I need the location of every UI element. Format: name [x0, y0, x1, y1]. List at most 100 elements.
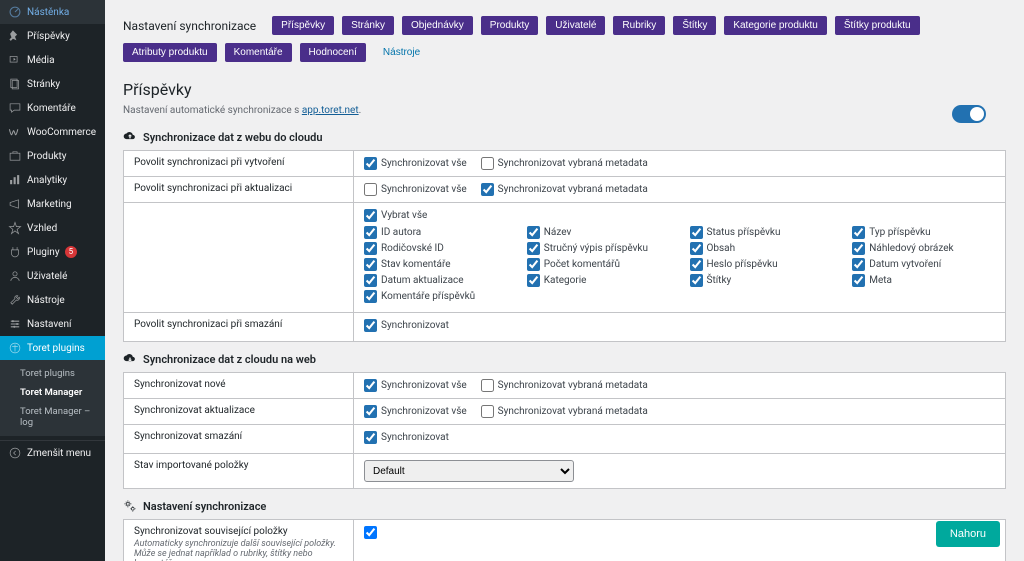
sidebar-item-users[interactable]: Uživatelé — [0, 264, 105, 288]
sidebar-item-analytics[interactable]: Analytiky — [0, 168, 105, 192]
analytics-icon — [8, 173, 22, 187]
marketing-icon — [8, 197, 22, 211]
cb-sync-sel[interactable]: Synchronizovat vybraná metadata — [481, 405, 648, 418]
cb-meta[interactable]: Štítky — [690, 274, 732, 287]
cb-sync-all[interactable]: Synchronizovat vše — [364, 379, 467, 392]
cb-meta[interactable]: Datum aktualizace — [364, 274, 464, 287]
cb-meta[interactable]: Heslo příspěvku — [690, 258, 778, 271]
sidebar-submenu: Toret plugins Toret Manager Toret Manage… — [0, 360, 105, 436]
row-label: Synchronizovat nové — [124, 373, 354, 399]
sidebar-item-products[interactable]: Produkty — [0, 144, 105, 168]
row-label: Synchronizovat aktualizace — [124, 399, 354, 425]
tab-rubriky[interactable]: Rubriky — [613, 16, 665, 35]
cb-sync[interactable]: Synchronizovat — [364, 319, 449, 332]
tab-hodnoceni[interactable]: Hodnocení — [300, 43, 366, 62]
cb-sync-sel[interactable]: Synchronizovat vybraná metadata — [481, 379, 648, 392]
label: Zmenšit menu — [27, 448, 91, 459]
page-title: Nastavení synchronizace — [123, 19, 256, 33]
tab-produkty[interactable]: Produkty — [481, 16, 538, 35]
tab-prispevky[interactable]: Příspěvky — [272, 16, 334, 35]
subtitle-link[interactable]: app.toret.net — [302, 105, 359, 116]
cb-meta[interactable]: Stručný výpis příspěvku — [527, 242, 648, 255]
tab-stitky-prod[interactable]: Štítky produktu — [835, 16, 920, 35]
tabs-header: Nastavení synchronizace Příspěvky Stránk… — [123, 16, 1006, 62]
import-state-select[interactable]: Default — [364, 460, 574, 482]
group2-header: Synchronizace dat z cloudu na web — [123, 352, 1006, 366]
toggle-knob — [970, 107, 984, 121]
sub-toret-manager[interactable]: Toret Manager — [0, 383, 105, 402]
cb-related[interactable] — [364, 526, 377, 539]
sub-toret-log[interactable]: Toret Manager – log — [0, 402, 105, 432]
cb-meta[interactable]: Název — [527, 226, 572, 239]
sidebar-item-woocommerce[interactable]: WooCommerce — [0, 120, 105, 144]
label: WooCommerce — [27, 127, 96, 138]
sidebar-item-appearance[interactable]: Vzhled — [0, 216, 105, 240]
tab-nastroje[interactable]: Nástroje — [374, 43, 429, 62]
comment-icon — [8, 101, 22, 115]
label: Nástěnka — [27, 7, 69, 18]
cb-sync-sel[interactable]: Synchronizovat vybraná metadata — [481, 157, 648, 170]
sidebar-item-posts[interactable]: Příspěvky — [0, 24, 105, 48]
cb-meta[interactable]: ID autora — [364, 226, 421, 239]
tools-icon — [8, 293, 22, 307]
cb-meta[interactable]: Meta — [852, 274, 892, 287]
users-icon — [8, 269, 22, 283]
sidebar-item-media[interactable]: Média — [0, 48, 105, 72]
cb-meta[interactable]: Stav komentáře — [364, 258, 451, 271]
cb-meta[interactable]: Komentáře příspěvků — [364, 290, 475, 303]
group1-table: Povolit synchronizaci při vytvoření Synch… — [123, 150, 1006, 342]
sidebar-item-pages[interactable]: Stránky — [0, 72, 105, 96]
row-label-empty — [124, 203, 354, 313]
plugin-badge: 5 — [65, 246, 78, 258]
group2-table: Synchronizovat nové Synchronizovat vše Syn… — [123, 372, 1006, 489]
cb-sync[interactable]: Synchronizovat — [364, 431, 449, 444]
tab-kat-prod[interactable]: Kategorie produktu — [724, 16, 827, 35]
plugins-icon — [8, 245, 22, 259]
sidebar-item-tools[interactable]: Nástroje — [0, 288, 105, 312]
cb-sync-all[interactable]: Synchronizovat vše — [364, 183, 467, 196]
group3-table: Synchronizovat související položkyAutoma… — [123, 519, 1006, 561]
cb-sync-all[interactable]: Synchronizovat vše — [364, 405, 467, 418]
tab-stitky[interactable]: Štítky — [673, 16, 716, 35]
label: Vzhled — [27, 223, 57, 234]
sidebar-item-dashboard[interactable]: Nástěnka — [0, 0, 105, 24]
cb-meta[interactable]: Rodičovské ID — [364, 242, 444, 255]
cb-meta[interactable]: Datum vytvoření — [852, 258, 941, 271]
cb-sync-sel[interactable]: Synchronizovat vybraná metadata — [481, 183, 648, 196]
tab-uzivatele[interactable]: Uživatelé — [546, 16, 605, 35]
label: Nastavení — [27, 319, 71, 330]
row-label: Synchronizovat smazání — [124, 425, 354, 454]
cb-meta[interactable]: Typ příspěvku — [852, 226, 930, 239]
cb-meta[interactable]: Status příspěvku — [690, 226, 781, 239]
row-label: Povolit synchronizaci při vytvoření — [124, 151, 354, 177]
sidebar-item-toret[interactable]: Toret plugins — [0, 336, 105, 360]
section-heading: Příspěvky — [123, 80, 1006, 99]
gears-icon — [123, 499, 137, 513]
section-toggle[interactable] — [952, 105, 986, 123]
label: Marketing — [27, 199, 72, 210]
cb-meta[interactable]: Počet komentářů — [527, 258, 620, 271]
label: Komentáře — [27, 103, 76, 114]
sub-toret-plugins[interactable]: Toret plugins — [0, 364, 105, 383]
cb-meta[interactable]: Náhledový obrázek — [852, 242, 953, 255]
row-label: Stav importované položky — [124, 454, 354, 489]
label: Příspěvky — [27, 31, 70, 42]
tab-atr-prod[interactable]: Atributy produktu — [123, 43, 217, 62]
collapse-menu[interactable]: Zmenšit menu — [0, 440, 105, 465]
cb-select-all[interactable]: Vybrat vše — [364, 209, 427, 222]
sidebar-item-plugins[interactable]: Pluginy 5 — [0, 240, 105, 264]
cb-meta[interactable]: Obsah — [690, 242, 736, 255]
tab-komentare[interactable]: Komentáře — [225, 43, 292, 62]
scroll-top-button[interactable]: Nahoru — [936, 521, 1000, 547]
cb-sync-all[interactable]: Synchronizovat vše — [364, 157, 467, 170]
label: Produkty — [27, 151, 67, 162]
tab-stranky[interactable]: Stránky — [342, 16, 394, 35]
tab-objednavky[interactable]: Objednávky — [402, 16, 473, 35]
dashboard-icon — [8, 5, 22, 19]
sidebar-item-settings[interactable]: Nastavení — [0, 312, 105, 336]
sidebar-item-marketing[interactable]: Marketing — [0, 192, 105, 216]
sidebar-item-comments[interactable]: Komentáře — [0, 96, 105, 120]
products-icon — [8, 149, 22, 163]
cb-meta[interactable]: Kategorie — [527, 274, 587, 287]
label: Pluginy — [27, 247, 60, 258]
